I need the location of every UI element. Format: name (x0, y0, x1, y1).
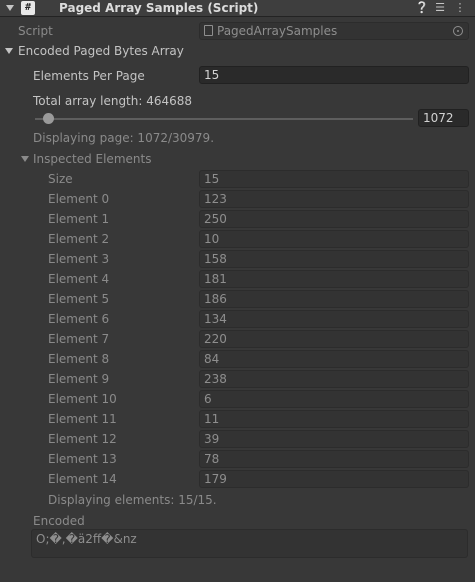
size-field: 15 (199, 170, 469, 188)
element-value-field: 158 (199, 250, 469, 268)
inspected-elements-label[interactable]: Inspected Elements (33, 150, 151, 168)
displaying-elements-label: Displaying elements: 15/15. (48, 493, 217, 507)
element-label: Element 3 (48, 252, 110, 266)
element-value-field: 10 (199, 230, 469, 248)
page-slider-track[interactable] (35, 118, 413, 120)
size-label: Size (48, 172, 73, 186)
element-label: Element 11 (48, 412, 117, 426)
element-value-field: 78 (199, 450, 469, 468)
encoded-field: O;�,�ä2ff�&nz (31, 529, 468, 558)
element-value-field: 238 (199, 370, 469, 388)
help-icon[interactable]: ❔ (415, 1, 429, 15)
displaying-page-label: Displaying page: 1072/30979. (33, 131, 215, 145)
element-value-field: 11 (199, 410, 469, 428)
elements-per-page-label: Elements Per Page (33, 69, 145, 83)
page-slider-handle[interactable] (42, 113, 54, 124)
element-label: Element 10 (48, 392, 117, 406)
total-length-label: Total array length: 464688 (33, 94, 193, 108)
element-value-field: 123 (199, 190, 469, 208)
script-field-value: PagedArraySamples (217, 24, 338, 38)
element-label: Element 2 (48, 232, 110, 246)
element-label: Element 4 (48, 272, 110, 286)
script-icon: # (21, 1, 35, 15)
element-label: Element 13 (48, 452, 117, 466)
element-label: Element 5 (48, 292, 110, 306)
component-title: Paged Array Samples (Script) (59, 1, 259, 15)
element-value-field: 6 (199, 390, 469, 408)
element-label: Element 0 (48, 192, 110, 206)
preset-icon[interactable]: ☰ (433, 1, 447, 15)
element-value-field: 179 (199, 470, 469, 488)
elements-per-page-input[interactable]: 15 (199, 66, 469, 84)
object-icon (204, 25, 213, 36)
element-value-field: 181 (199, 270, 469, 288)
element-value-field: 39 (199, 430, 469, 448)
element-label: Element 6 (48, 312, 110, 326)
array-fold-arrow-icon[interactable] (5, 48, 13, 54)
script-label: Script (18, 24, 53, 38)
element-label: Element 12 (48, 432, 117, 446)
element-value-field: 186 (199, 290, 469, 308)
more-icon[interactable]: ⋮ (453, 1, 467, 15)
script-field[interactable]: PagedArraySamples (199, 22, 469, 40)
array-foldout-label[interactable]: Encoded Paged Bytes Array (18, 42, 184, 60)
page-input[interactable]: 1072 (418, 109, 469, 127)
element-value-field: 134 (199, 310, 469, 328)
element-label: Element 1 (48, 212, 110, 226)
target-icon[interactable] (453, 26, 463, 36)
element-label: Element 7 (48, 332, 110, 346)
element-label: Element 14 (48, 472, 117, 486)
element-value-field: 220 (199, 330, 469, 348)
component-fold-arrow-icon[interactable] (6, 5, 14, 11)
element-value-field: 250 (199, 210, 469, 228)
component-header: # Paged Array Samples (Script) ❔ ☰ ⋮ (0, 0, 475, 17)
encoded-label: Encoded (33, 514, 85, 528)
element-label: Element 9 (48, 372, 110, 386)
inspected-fold-arrow-icon[interactable] (21, 156, 29, 162)
element-label: Element 8 (48, 352, 110, 366)
element-value-field: 84 (199, 350, 469, 368)
